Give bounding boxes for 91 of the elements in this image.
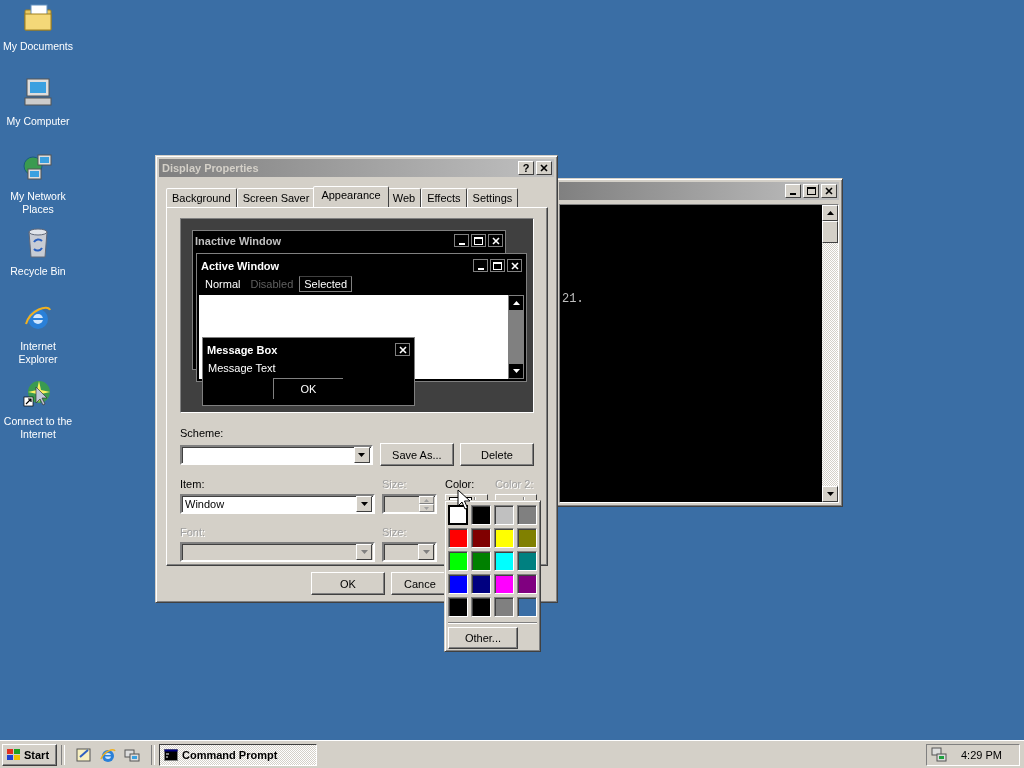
- dropdown[interactable]: Window: [180, 494, 375, 514]
- color-swatch[interactable]: [448, 528, 468, 548]
- folder-icon: [22, 2, 54, 34]
- color-swatch[interactable]: [471, 574, 491, 594]
- scrollbar[interactable]: [822, 205, 838, 502]
- scroll-thumb[interactable]: [822, 221, 838, 243]
- window-title: Message Box: [207, 343, 278, 356]
- window-title: Display Properties: [162, 162, 259, 174]
- color-swatch[interactable]: [471, 505, 491, 525]
- color-swatch[interactable]: [517, 574, 537, 594]
- color-swatch[interactable]: [471, 551, 491, 571]
- network-status-icon: [931, 746, 947, 763]
- maximize-icon: [474, 236, 483, 245]
- desktop-icon: [76, 746, 92, 763]
- down-arrow-icon: [512, 369, 520, 373]
- tab[interactable]: Appearance: [313, 186, 389, 207]
- button[interactable]: Save As...: [379, 443, 454, 466]
- color-swatch[interactable]: [494, 528, 514, 548]
- close-icon: [540, 164, 548, 172]
- scroll-down-button[interactable]: [822, 486, 838, 502]
- desktop-icon-label[interactable]: My Computer: [6, 115, 70, 128]
- down-arrow-icon: [826, 492, 834, 496]
- tab[interactable]: Background: [166, 188, 237, 207]
- desktop-icon-label[interactable]: My Network Places: [0, 190, 76, 216]
- menu-item[interactable]: Normal: [201, 277, 245, 291]
- color-swatch[interactable]: [494, 551, 514, 571]
- down-arrow-icon: [424, 506, 429, 510]
- color-swatch[interactable]: [494, 505, 514, 525]
- ok-button[interactable]: OK: [273, 378, 343, 399]
- menu-item[interactable]: Selected: [299, 276, 353, 292]
- desktop-icon-label[interactable]: Internet Explorer: [0, 340, 76, 366]
- close-icon: [491, 236, 500, 245]
- message-text: Message Text: [207, 361, 277, 376]
- desktop-icon-label[interactable]: Recycle Bin: [10, 265, 66, 278]
- other-colors-button[interactable]: Other...: [448, 627, 518, 649]
- taskbar-button[interactable]: Command Prompt: [159, 743, 317, 766]
- up-arrow-icon: [512, 301, 520, 305]
- clock: 4:29 PM: [961, 748, 1002, 761]
- start-button[interactable]: Start: [2, 743, 57, 766]
- minimize-icon: [458, 242, 465, 245]
- tab[interactable]: Screen Saver: [236, 188, 316, 207]
- field-label: Item:: [180, 478, 206, 491]
- maximize-icon: [493, 261, 502, 270]
- color-swatch[interactable]: [494, 574, 514, 594]
- color-swatch[interactable]: [448, 551, 468, 571]
- windows-logo-icon: [7, 748, 21, 761]
- color-swatch[interactable]: [448, 597, 468, 617]
- minimize-button[interactable]: [473, 259, 488, 272]
- close-icon: [510, 261, 519, 270]
- caret-icon: [360, 502, 368, 506]
- close-icon: [825, 187, 833, 195]
- window-title: Inactive Window: [195, 234, 282, 247]
- console-icon: [164, 748, 178, 761]
- windows-icon: [124, 746, 140, 763]
- maximize-button[interactable]: [490, 259, 505, 272]
- console-output: 21.: [561, 292, 584, 306]
- color-swatch[interactable]: [471, 528, 491, 548]
- tab[interactable]: Settings: [466, 188, 519, 207]
- up-arrow-icon: [424, 498, 429, 502]
- button[interactable]: Delete: [459, 443, 534, 466]
- color-swatch[interactable]: [448, 505, 468, 525]
- caret-icon: [358, 452, 366, 457]
- color-swatch[interactable]: [517, 505, 537, 525]
- button[interactable]: OK: [311, 572, 385, 595]
- minimize-icon: [477, 267, 484, 270]
- close-button[interactable]: [395, 343, 410, 356]
- color-swatch[interactable]: [517, 528, 537, 548]
- minimize-icon: [790, 193, 796, 195]
- desktop-icon-label[interactable]: My Documents: [3, 40, 73, 53]
- field-label: Scheme:: [180, 427, 225, 440]
- color-swatch[interactable]: [448, 574, 468, 594]
- close-button[interactable]: [507, 259, 522, 272]
- caret-icon: [360, 550, 368, 554]
- color-swatch[interactable]: [517, 551, 537, 571]
- scheme-dropdown[interactable]: [180, 444, 373, 465]
- color-swatch[interactable]: [494, 597, 514, 617]
- maximize-icon: [806, 187, 816, 195]
- close-icon: [398, 345, 407, 354]
- desktop-icon-label[interactable]: Connect to the Internet: [0, 415, 76, 441]
- color-swatch[interactable]: [517, 597, 537, 617]
- up-arrow-icon: [826, 211, 834, 215]
- field-label: Color:: [445, 478, 476, 491]
- browser-icon: [100, 746, 116, 763]
- window-title: Active Window: [201, 259, 280, 272]
- caret-icon: [422, 550, 430, 554]
- dropdown-button[interactable]: [353, 446, 370, 463]
- scroll-up-button[interactable]: [822, 205, 838, 221]
- color-swatch[interactable]: [471, 597, 491, 617]
- dropdown-button[interactable]: [356, 496, 372, 512]
- tab[interactable]: Effects: [421, 188, 467, 207]
- computer-icon: [22, 77, 54, 109]
